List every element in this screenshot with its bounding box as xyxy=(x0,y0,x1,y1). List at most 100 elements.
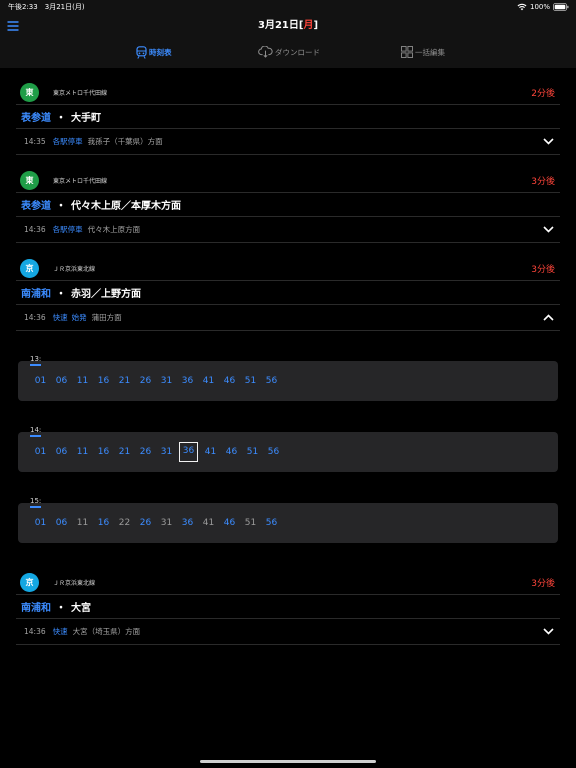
grid-icon xyxy=(401,46,413,58)
train-type: 各駅停車 xyxy=(52,137,83,146)
minute-cell[interactable]: 51 xyxy=(240,376,261,386)
minute-cell[interactable]: 06 xyxy=(51,518,72,528)
line-row: 東 東京メトロ千代田線 3分後 xyxy=(16,168,560,193)
departure-card: 東 東京メトロ千代田線 3分後 表参道 ・ 代々木上原／本厚木方面 14:36 … xyxy=(16,168,560,243)
minute-cell[interactable]: 56 xyxy=(261,518,282,528)
chevron-up-icon[interactable] xyxy=(543,314,554,321)
battery-icon xyxy=(553,3,569,11)
chevron-down-icon[interactable] xyxy=(543,628,554,635)
tab-bulk-edit[interactable]: 一括編集 xyxy=(401,42,445,62)
departure-card: 東 東京メトロ千代田線 2分後 表参道 ・ 大手町 14:35 各駅停車 我孫子… xyxy=(16,80,560,155)
cloud-download-icon xyxy=(258,46,273,58)
next-train-row[interactable]: 14:36 快速 大宮（埼玉県）方面 xyxy=(16,619,560,645)
minute-cell[interactable]: 01 xyxy=(30,518,51,528)
minute-row: 01 06 11 16 21 26 31 36 41 46 51 56 xyxy=(18,361,558,401)
minute-cell[interactable]: 46 xyxy=(219,376,240,386)
line-name: 東京メトロ千代田線 xyxy=(53,89,108,97)
next-train-row[interactable]: 14:35 各駅停車 我孫子（千葉県）方面 xyxy=(16,129,560,155)
departure-time: 14:36 xyxy=(24,313,46,322)
line-name: 東京メトロ千代田線 xyxy=(53,177,108,185)
station-name[interactable]: 表参道 xyxy=(21,109,51,124)
tab-label: ダウンロード xyxy=(275,47,320,57)
minute-cell[interactable]: 36 xyxy=(177,518,198,528)
minute-cell[interactable]: 46 xyxy=(221,447,242,457)
wifi-icon xyxy=(517,3,527,11)
minute-cell[interactable]: 26 xyxy=(135,376,156,386)
minute-cell[interactable]: 16 xyxy=(93,447,114,457)
status-date: 3月21日(月) xyxy=(44,3,85,11)
minute-cell[interactable]: 21 xyxy=(114,447,135,457)
status-bar: 午後2:33 3月21日(月) 100% xyxy=(0,0,576,14)
station-separator: ・ xyxy=(56,603,66,614)
minute-cell[interactable]: 01 xyxy=(30,376,51,386)
destination: 大宮（埼玉県）方面 xyxy=(72,627,141,636)
tab-bar: 時刻表 ダウンロード 一括編集 xyxy=(0,42,576,62)
minute-cell[interactable]: 51 xyxy=(242,447,263,457)
next-train-row[interactable]: 14:36 快速 始発 蒲田方面 xyxy=(16,305,560,331)
minute-cell[interactable]: 41 xyxy=(198,518,219,528)
station-separator: ・ xyxy=(56,201,66,212)
minute-cell[interactable]: 31 xyxy=(156,518,177,528)
minute-cell[interactable]: 36 xyxy=(177,376,198,386)
navigation-bar: 3月21日[月] xyxy=(0,14,576,38)
hour-group: 14: 01 06 11 16 21 26 31 36 41 46 51 56 xyxy=(16,402,560,472)
line-row: 東 東京メトロ千代田線 2分後 xyxy=(16,80,560,105)
station-name[interactable]: 南浦和 xyxy=(21,285,51,300)
minute-row: 01 06 11 16 22 26 31 36 41 46 51 56 xyxy=(18,503,558,543)
station-name[interactable]: 表参道 xyxy=(21,197,51,212)
battery-percent: 100% xyxy=(529,3,550,11)
station-separator: ・ xyxy=(56,113,66,124)
departure-time: 14:35 xyxy=(24,137,46,146)
minute-cell[interactable]: 01 xyxy=(30,447,51,457)
tab-label: 一括編集 xyxy=(415,47,445,57)
departure-card: 京 ＪＲ京浜東北線 3分後 南浦和 ・ 赤羽／上野方面 14:36 快速 始発 … xyxy=(16,256,560,557)
minute-cell[interactable]: 11 xyxy=(72,518,93,528)
eta-label: 3分後 xyxy=(531,176,555,187)
title-date: 3月21日 xyxy=(257,20,299,31)
minute-cell[interactable]: 51 xyxy=(240,518,261,528)
chevron-down-icon[interactable] xyxy=(543,226,554,233)
hour-group: 15: 01 06 11 16 22 26 31 36 41 46 51 56 xyxy=(16,473,560,543)
departure-time: 14:36 xyxy=(24,225,46,234)
hour-group: 13: 01 06 11 16 21 26 31 36 41 46 51 56 xyxy=(16,331,560,401)
tab-timetable[interactable]: 時刻表 xyxy=(136,42,172,62)
minute-cell[interactable]: 06 xyxy=(51,447,72,457)
tab-download[interactable]: ダウンロード xyxy=(258,42,320,62)
direction-name: 赤羽／上野方面 xyxy=(71,289,141,300)
minute-cell[interactable]: 31 xyxy=(156,447,177,457)
station-row[interactable]: 表参道 ・ 大手町 xyxy=(16,105,560,129)
destination: 代々木上原方面 xyxy=(87,225,141,234)
station-row[interactable]: 表参道 ・ 代々木上原／本厚木方面 xyxy=(16,193,560,217)
hour-label: 14: xyxy=(30,426,42,437)
status-time: 午後2:33 xyxy=(8,3,38,11)
minute-cell[interactable]: 11 xyxy=(72,447,93,457)
minute-cell[interactable]: 22 xyxy=(114,518,135,528)
minute-cell[interactable]: 11 xyxy=(72,376,93,386)
station-name[interactable]: 南浦和 xyxy=(21,599,51,614)
chevron-down-icon[interactable] xyxy=(543,138,554,145)
minute-cell[interactable]: 16 xyxy=(93,518,114,528)
minute-cell[interactable]: 56 xyxy=(263,447,284,457)
line-row: 京 ＪＲ京浜東北線 3分後 xyxy=(16,256,560,281)
minute-cell[interactable]: 56 xyxy=(261,376,282,386)
station-row[interactable]: 南浦和 ・ 赤羽／上野方面 xyxy=(16,281,560,305)
minute-cell[interactable]: 16 xyxy=(93,376,114,386)
minute-cell[interactable]: 31 xyxy=(156,376,177,386)
next-train-row[interactable]: 14:36 各駅停車 代々木上原方面 xyxy=(16,217,560,243)
home-indicator[interactable] xyxy=(200,760,376,763)
line-badge: 東 xyxy=(20,170,39,190)
train-type: 快速 xyxy=(52,313,68,322)
minute-cell[interactable]: 46 xyxy=(219,518,240,528)
line-row: 京 ＪＲ京浜東北線 3分後 xyxy=(16,570,560,595)
minute-cell[interactable]: 41 xyxy=(198,376,219,386)
station-row[interactable]: 南浦和 ・ 大宮 xyxy=(16,595,560,619)
minute-cell[interactable]: 26 xyxy=(135,447,156,457)
minute-cell[interactable]: 06 xyxy=(51,376,72,386)
minute-cell[interactable]: 26 xyxy=(135,518,156,528)
hourly-timetable: 13: 01 06 11 16 21 26 31 36 41 46 51 56 xyxy=(16,331,560,557)
tab-label: 時刻表 xyxy=(149,47,172,57)
minute-cell[interactable]: 21 xyxy=(114,376,135,386)
minute-cell[interactable]: 41 xyxy=(200,447,221,457)
direction-name: 大宮 xyxy=(71,603,91,614)
minute-cell-selected[interactable]: 36 xyxy=(179,442,198,462)
